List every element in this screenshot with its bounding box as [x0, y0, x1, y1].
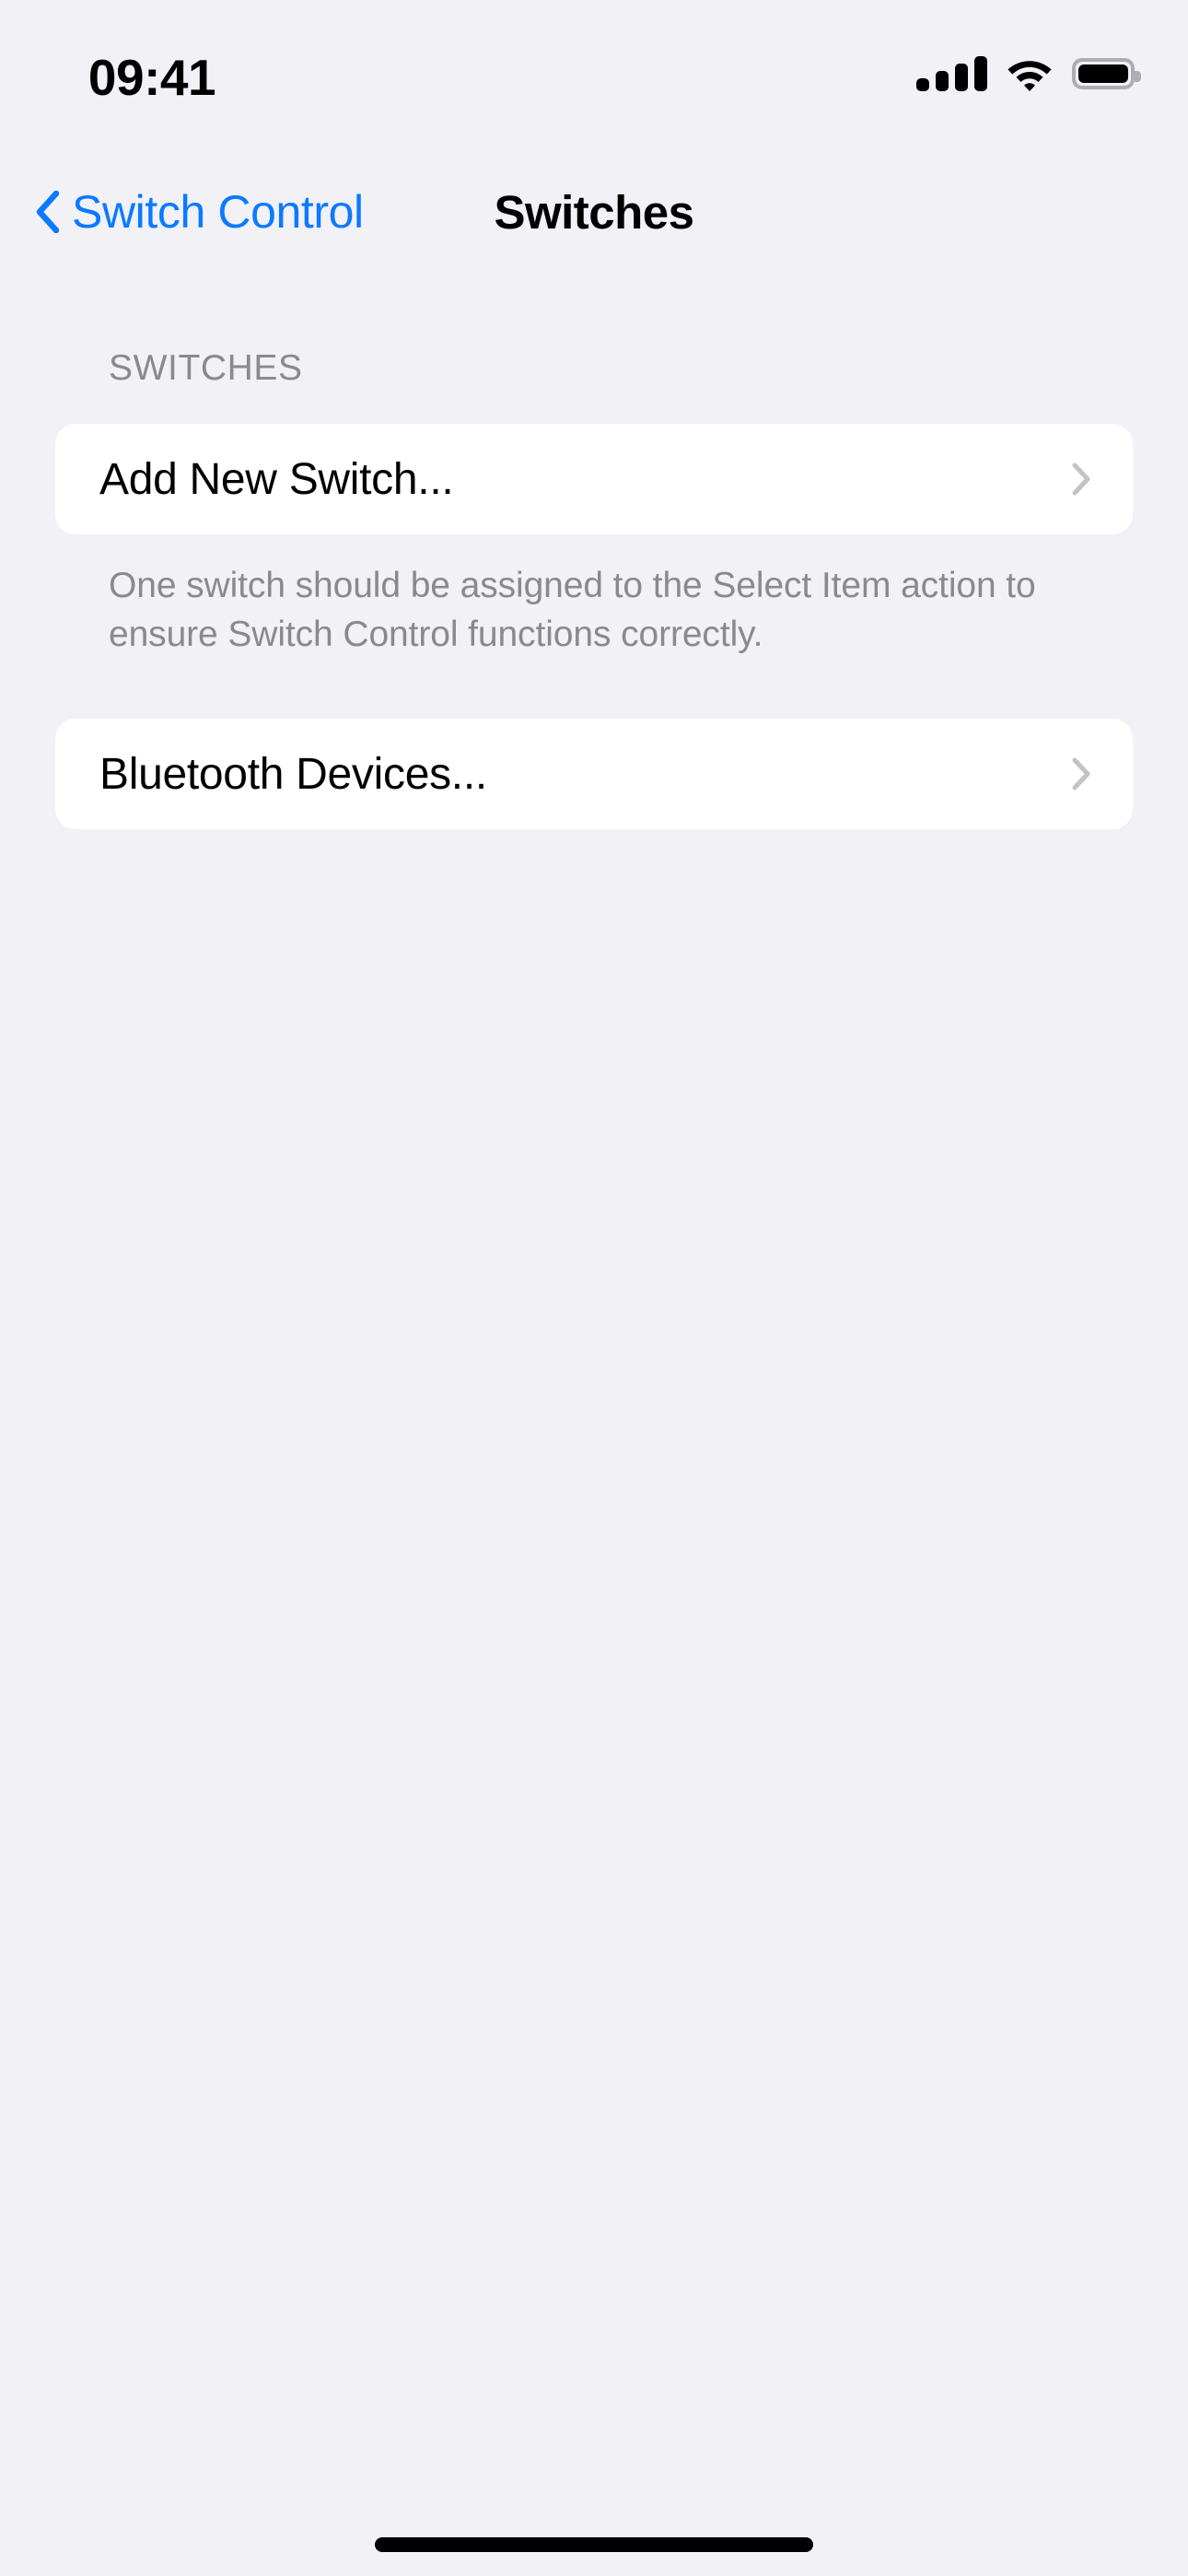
battery-icon: [1072, 58, 1141, 89]
chevron-right-icon: [1072, 757, 1090, 790]
section-header-switches: SWITCHES: [109, 348, 303, 388]
settings-group-switches: Add New Switch...: [55, 424, 1133, 534]
back-button-label: Switch Control: [72, 186, 364, 238]
row-add-new-switch[interactable]: Add New Switch...: [55, 424, 1133, 534]
row-label: Add New Switch...: [99, 454, 454, 504]
section-footer-switches: One switch should be assigned to the Sel…: [109, 566, 1036, 654]
chevron-left-icon: [36, 191, 59, 233]
chevron-right-icon: [1072, 463, 1090, 496]
wifi-icon: [1006, 56, 1054, 91]
row-label: Bluetooth Devices...: [99, 749, 487, 799]
status-bar-time: 09:41: [87, 49, 216, 106]
settings-list: SWITCHES Add New Switch... One switch sh…: [0, 276, 1188, 830]
home-indicator[interactable]: [375, 2537, 813, 2552]
status-bar-icons: [916, 48, 1141, 100]
battery-fill: [1078, 64, 1128, 83]
navigation-bar: Switch Control Switches: [0, 166, 1188, 258]
row-bluetooth-devices[interactable]: Bluetooth Devices...: [55, 719, 1133, 829]
status-bar: 09:41: [0, 0, 1188, 147]
back-button[interactable]: Switch Control: [35, 166, 364, 258]
settings-group-bluetooth: Bluetooth Devices...: [55, 719, 1133, 830]
cellular-signal-icon: [916, 56, 987, 91]
